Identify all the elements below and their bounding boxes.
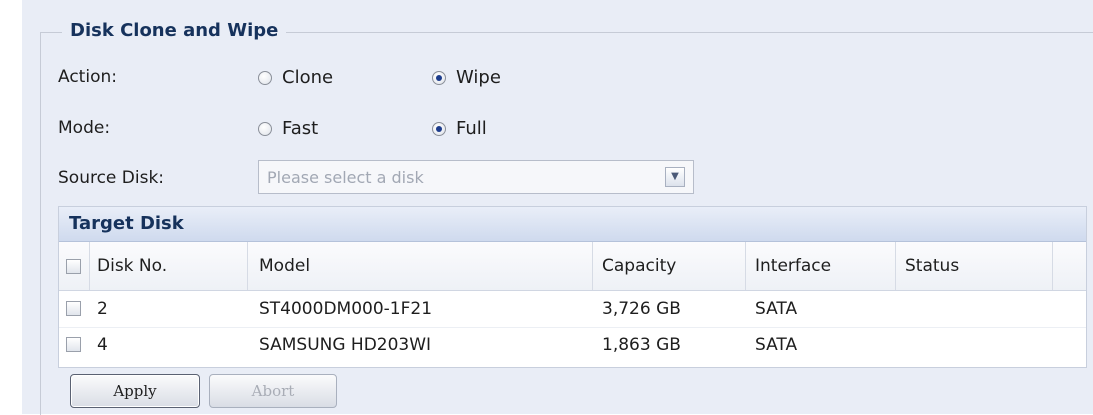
- interface-cell: SATA: [755, 335, 798, 355]
- grid-header: Disk No. Model Capacity Interface Status: [59, 242, 1086, 291]
- capacity-cell: 1,863 GB: [602, 335, 681, 355]
- interface-cell: SATA: [755, 299, 798, 319]
- section-title: Disk Clone and Wipe: [62, 20, 287, 41]
- source-disk-placeholder: Please select a disk: [267, 168, 424, 187]
- mode-fast-radio[interactable]: Fast: [258, 118, 318, 139]
- source-disk-label: Source Disk:: [58, 168, 165, 188]
- column-header-disk-no[interactable]: Disk No.: [97, 256, 167, 276]
- column-divider: [745, 242, 746, 290]
- radio-selected-icon: [432, 121, 446, 136]
- mode-full-radio[interactable]: Full: [432, 118, 487, 139]
- column-header-status[interactable]: Status: [905, 256, 959, 276]
- action-clone-radio[interactable]: Clone: [258, 67, 333, 88]
- select-all-checkbox[interactable]: [66, 259, 81, 274]
- model-cell: ST4000DM000-1F21: [259, 299, 433, 319]
- action-wipe-label: Wipe: [456, 67, 501, 88]
- table-row[interactable]: 4 SAMSUNG HD203WI 1,863 GB SATA: [59, 327, 1086, 363]
- capacity-cell: 3,726 GB: [602, 299, 681, 319]
- column-header-model[interactable]: Model: [259, 256, 310, 276]
- column-header-interface[interactable]: Interface: [755, 256, 831, 276]
- column-divider: [89, 242, 90, 290]
- column-header-capacity[interactable]: Capacity: [602, 256, 676, 276]
- column-divider: [247, 242, 248, 290]
- action-clone-label: Clone: [282, 67, 334, 88]
- disk-no-cell: 2: [97, 299, 108, 319]
- radio-selected-icon: [432, 70, 446, 85]
- abort-button[interactable]: Abort: [209, 374, 337, 408]
- row-checkbox[interactable]: [66, 301, 81, 316]
- mode-label: Mode:: [58, 118, 111, 138]
- disk-no-cell: 4: [97, 335, 108, 355]
- target-disk-title: Target Disk: [59, 207, 1086, 242]
- source-disk-select[interactable]: Please select a disk ▼: [258, 160, 694, 194]
- apply-button[interactable]: Apply: [70, 374, 200, 408]
- chevron-down-icon[interactable]: ▼: [665, 167, 685, 187]
- mode-fast-label: Fast: [282, 118, 319, 139]
- column-divider: [1052, 242, 1053, 290]
- action-label: Action:: [58, 67, 117, 87]
- target-disk-grid: Target Disk Disk No. Model Capacity Inte…: [58, 206, 1087, 368]
- column-divider: [592, 242, 593, 290]
- radio-unselected-icon: [258, 121, 272, 136]
- row-checkbox[interactable]: [66, 337, 81, 352]
- model-cell: SAMSUNG HD203WI: [259, 335, 432, 355]
- column-divider: [895, 242, 896, 290]
- radio-unselected-icon: [258, 70, 272, 85]
- action-wipe-radio[interactable]: Wipe: [432, 67, 501, 88]
- mode-full-label: Full: [456, 118, 487, 139]
- table-row[interactable]: 2 ST4000DM000-1F21 3,726 GB SATA: [59, 291, 1086, 328]
